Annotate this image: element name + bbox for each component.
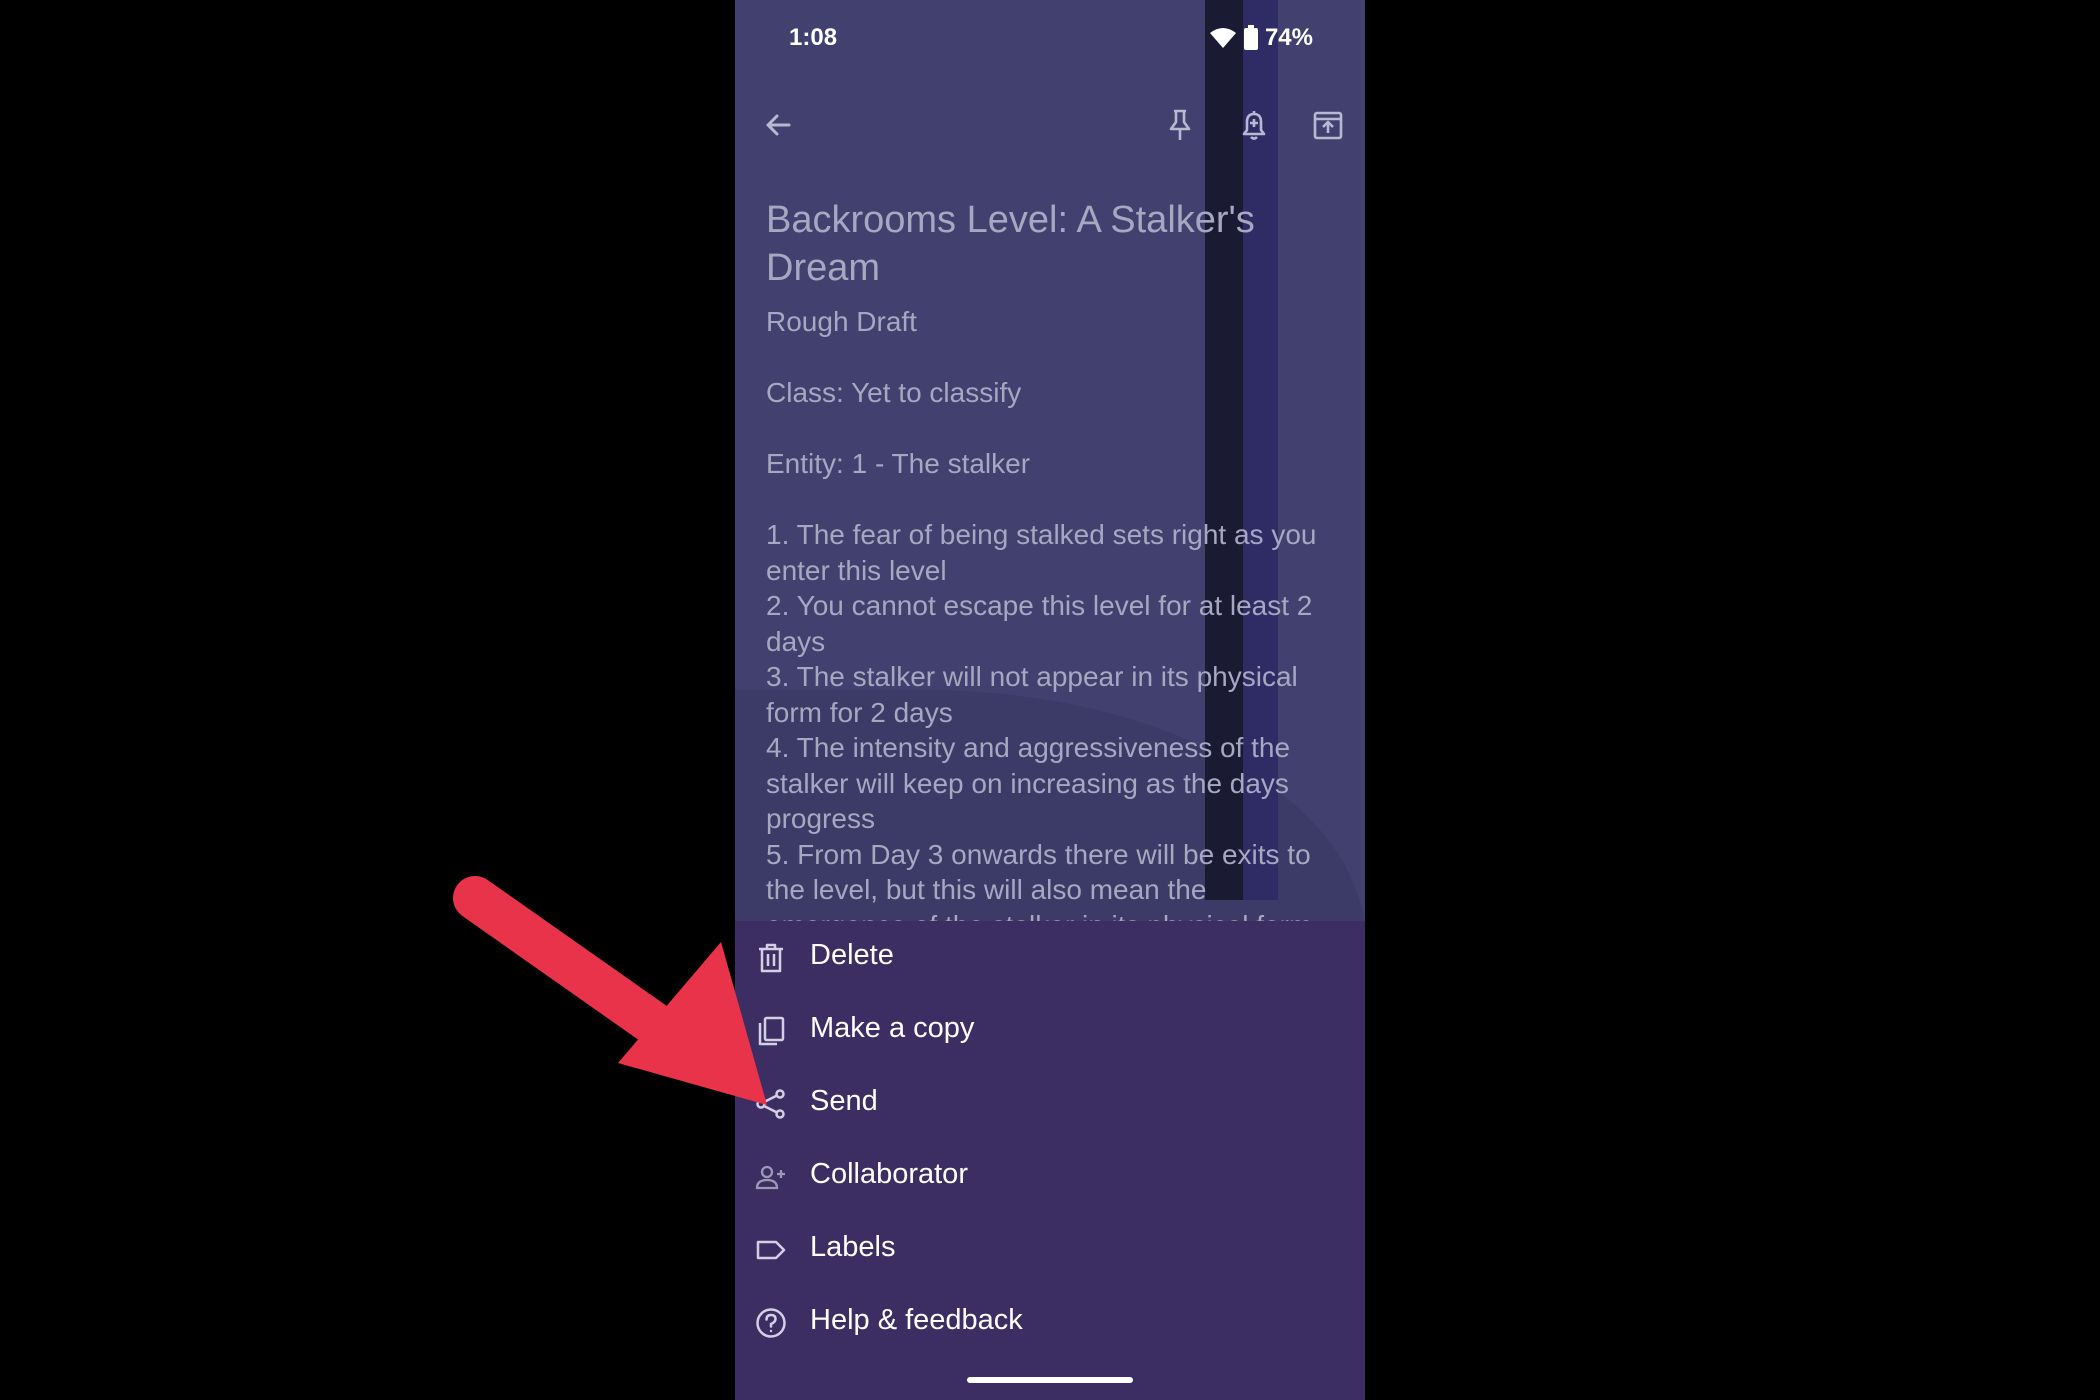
status-bar: 1:08 74%	[735, 0, 1365, 78]
note-body: Rough Draft Class: Yet to classify Entit…	[766, 306, 1317, 941]
menu-item-label: Collaborator	[810, 1158, 968, 1190]
arrow-back-icon	[766, 114, 791, 136]
wifi-icon	[1209, 28, 1236, 48]
phone-screen: 1:08 74% Backrooms Level: A Stalker's Dr…	[735, 0, 1365, 1400]
reminder-button[interactable]	[1224, 92, 1284, 158]
status-time: 1:08	[789, 24, 838, 51]
menu-item-help-and-feedback[interactable]: Help & feedback	[735, 1286, 1365, 1359]
add-person-icon	[755, 1165, 785, 1190]
note-title: Backrooms Level: A Stalker's Dream	[766, 199, 1255, 289]
menu-item-delete[interactable]: Delete	[735, 921, 1365, 994]
back-button[interactable]	[748, 92, 808, 158]
menu-item-make-a-copy[interactable]: Make a copy	[735, 994, 1365, 1067]
archive-icon	[1313, 111, 1343, 140]
menu-item-collaborator[interactable]: Collaborator	[735, 1140, 1365, 1213]
note-content[interactable]: Backrooms Level: A Stalker's Dream Rough…	[766, 196, 1336, 943]
battery-icon	[1243, 25, 1258, 50]
archive-button[interactable]	[1298, 92, 1358, 158]
menu-item-send[interactable]: Send	[735, 1067, 1365, 1140]
help-icon	[756, 1308, 786, 1338]
pin-icon	[1169, 109, 1191, 140]
annotation-arrow-icon	[453, 876, 767, 1105]
menu-item-label: Delete	[810, 939, 894, 971]
menu-item-label: Make a copy	[810, 1012, 975, 1044]
label-icon	[756, 1240, 786, 1260]
home-indicator[interactable]	[967, 1377, 1133, 1383]
pin-button[interactable]	[1150, 92, 1210, 158]
add-alert-icon	[1242, 111, 1266, 140]
menu-item-labels[interactable]: Labels	[735, 1213, 1365, 1286]
battery-percentage: 74%	[1264, 24, 1313, 51]
menu-item-label: Help & feedback	[810, 1304, 1023, 1336]
status-icons: 74%	[1209, 24, 1313, 52]
note-toolbar	[735, 92, 1365, 162]
note-action-menu: Delete Make a copy Send Collaborator Lab…	[735, 921, 1365, 1400]
menu-item-label: Labels	[810, 1231, 896, 1263]
menu-item-label: Send	[810, 1085, 878, 1117]
